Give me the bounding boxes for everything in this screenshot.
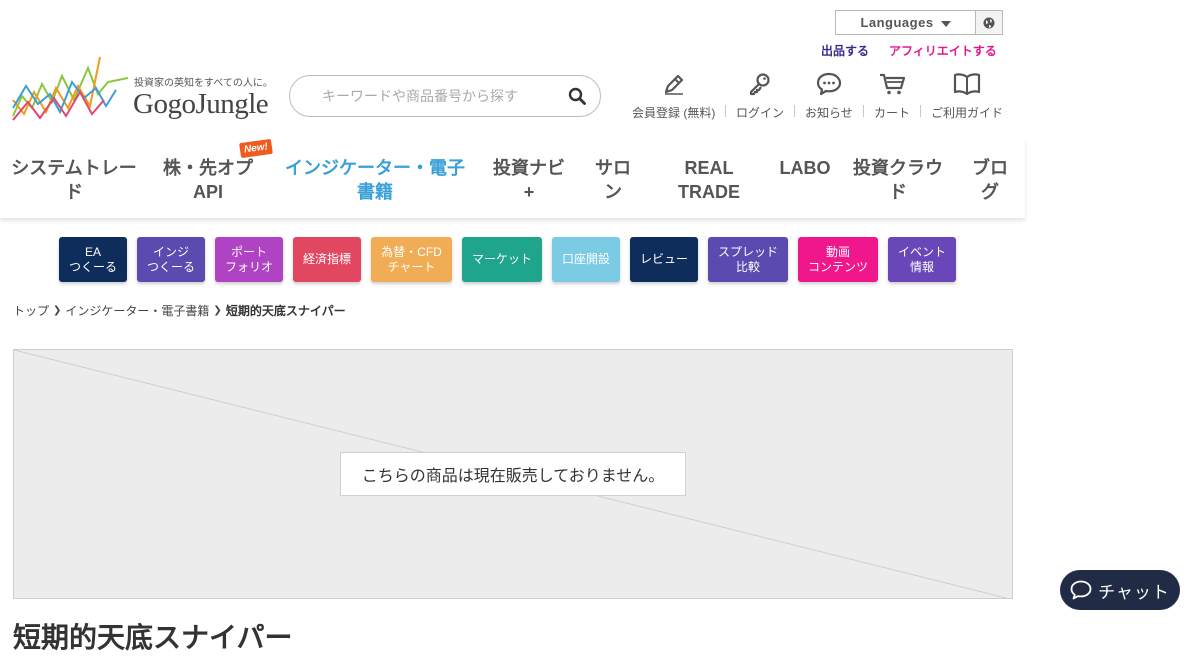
search-icon <box>568 87 586 105</box>
notifications-label: お知らせ <box>805 106 853 120</box>
globe-icon <box>983 17 995 28</box>
nav-investment-cloud[interactable]: 投資クラウド <box>850 156 946 204</box>
register-link[interactable]: 会員登録 (無料) <box>632 70 715 121</box>
main-nav: システムトレード 株・先オプAPI New! インジケーター・電子書籍 投資ナビ… <box>0 138 1025 218</box>
guide-link[interactable]: ご利用ガイド <box>931 70 1003 121</box>
book-icon <box>953 70 981 98</box>
category-event-info[interactable]: イベント 情報 <box>888 237 956 282</box>
login-link[interactable]: ログイン <box>736 70 784 121</box>
nav-stock-api[interactable]: 株・先オプAPI <box>158 156 258 204</box>
chevron-right-icon: ❯ <box>53 305 62 316</box>
logo-chart-icon <box>12 56 129 121</box>
nav-salon[interactable]: サロン <box>590 156 636 204</box>
nav-blog[interactable]: ブログ <box>968 156 1012 204</box>
utility-divider <box>863 105 864 117</box>
pencil-icon <box>660 70 688 98</box>
search-box <box>289 75 601 117</box>
chevron-down-icon <box>940 20 951 27</box>
logo-tagline: 投資家の英知をすべての人に。 <box>134 78 273 89</box>
nav-labo[interactable]: LABO <box>774 156 836 180</box>
chevron-right-icon: ❯ <box>213 305 222 316</box>
utility-divider <box>794 105 795 117</box>
nav-real-trade[interactable]: REAL TRADE <box>668 156 750 204</box>
cart-label: カート <box>874 106 911 120</box>
new-badge: New! <box>239 138 273 159</box>
login-label: ログイン <box>736 106 785 120</box>
chat-bubble-icon <box>815 70 843 98</box>
cart-link[interactable]: カート <box>874 70 910 121</box>
language-selector: Languages <box>835 10 1003 35</box>
chat-icon <box>1070 580 1092 600</box>
category-fx-cfd-chart[interactable]: 為替・CFD チャート <box>371 237 452 282</box>
breadcrumb: トップ ❯ インジケーター・電子書籍 ❯ 短期的天底スナイパー <box>13 302 346 319</box>
nav-investment-navi[interactable]: 投資ナビ+ <box>490 156 568 204</box>
product-title: 短期的天底スナイパー <box>13 622 293 653</box>
guide-label: ご利用ガイド <box>931 106 1004 120</box>
category-ea-tool[interactable]: EA つくーる <box>59 237 127 282</box>
breadcrumb-top[interactable]: トップ <box>13 302 49 319</box>
chat-label: チャット <box>1098 582 1170 602</box>
breadcrumb-category[interactable]: インジケーター・電子書籍 <box>65 302 209 319</box>
breadcrumb-current: 短期的天底スナイパー <box>225 304 346 318</box>
sell-link[interactable]: 出品する <box>821 42 869 59</box>
cart-icon <box>878 70 906 98</box>
notifications-link[interactable]: お知らせ <box>805 70 853 121</box>
category-market[interactable]: マーケット <box>462 237 542 282</box>
category-economic-indicators[interactable]: 経済指標 <box>293 237 361 282</box>
affiliate-link[interactable]: アフィリエイトする <box>889 42 997 59</box>
category-spread-compare[interactable]: スプレッド 比較 <box>708 237 788 282</box>
utility-divider <box>725 105 726 117</box>
logo-wordmark[interactable]: GogoJungle <box>133 88 269 121</box>
not-for-sale-notice: こちらの商品は現在販売しておりません。 <box>340 452 686 496</box>
register-label: 会員登録 (無料) <box>632 106 716 120</box>
search-input[interactable] <box>320 87 554 105</box>
search-button[interactable] <box>568 87 588 107</box>
category-video-content[interactable]: 動画 コンテンツ <box>798 237 878 282</box>
category-review[interactable]: レビュー <box>630 237 698 282</box>
language-label: Languages <box>860 15 934 30</box>
category-open-account[interactable]: 口座開設 <box>552 237 620 282</box>
category-portfolio[interactable]: ポート フォリオ <box>215 237 283 282</box>
chat-button[interactable]: チャット <box>1060 570 1180 610</box>
nav-system-trade[interactable]: システムトレード <box>10 156 138 204</box>
language-dropdown[interactable]: Languages <box>836 11 975 34</box>
nav-indicators-ebooks[interactable]: インジケーター・電子書籍 <box>284 156 466 204</box>
globe-button[interactable] <box>975 11 1002 34</box>
category-indicator-tool[interactable]: インジ つくーる <box>137 237 205 282</box>
utility-divider <box>920 105 921 117</box>
key-icon <box>746 70 774 98</box>
logo[interactable] <box>12 56 132 124</box>
